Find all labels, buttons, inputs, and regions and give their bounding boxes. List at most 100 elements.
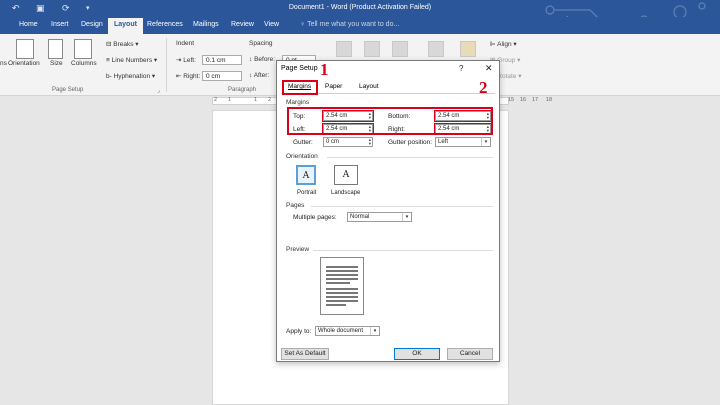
ruler-mark: 2 — [268, 97, 272, 103]
preview-line — [326, 296, 358, 298]
preview-line — [326, 304, 346, 306]
field-highlight — [434, 123, 492, 135]
spacing-after-label: ↕ After: — [249, 72, 270, 79]
chevron-down-icon: ▾ — [481, 138, 490, 146]
preview-line — [326, 288, 358, 290]
chevron-down-icon: ▾ — [402, 213, 411, 221]
annotation-number-1: 1 — [320, 60, 329, 79]
field-highlight — [322, 123, 374, 135]
indent-left-input[interactable]: 0.1 cm — [202, 55, 242, 65]
page-setup-dialog: Page Setup ? ✕ Margins Paper Layout Marg… — [276, 60, 500, 362]
tab-references[interactable]: References — [147, 21, 183, 28]
tab-layout-dialog[interactable]: Layout — [359, 83, 379, 90]
multiple-pages-select[interactable]: Normal ▾ — [347, 212, 412, 222]
line-numbers-button[interactable]: ≡ Line Numbers ▾ — [106, 56, 157, 64]
page-setup-launcher-icon[interactable]: ⌟ — [157, 87, 160, 94]
landscape-label: Landscape — [331, 190, 361, 196]
indent-right-label: ⇤ Right: — [176, 73, 201, 80]
indent-right-input[interactable]: 0 cm — [202, 71, 242, 81]
preview-line — [326, 278, 358, 280]
spacing-label: Spacing — [249, 40, 273, 47]
tab-review[interactable]: Review — [231, 21, 254, 28]
preview-line — [326, 300, 358, 302]
spacing-before-label: ↕ Before: — [249, 56, 276, 63]
margins-button-fragment[interactable]: ns — [0, 60, 7, 67]
selection-pane-icon — [460, 41, 476, 57]
ruler-mark: 16 — [520, 97, 527, 103]
wrap-text-icon — [364, 41, 380, 57]
close-icon[interactable]: ✕ — [485, 63, 493, 74]
apply-to-label: Apply to: — [286, 328, 312, 335]
preview-section-label: Preview — [286, 246, 310, 253]
set-as-default-button[interactable]: Set As Default — [281, 348, 329, 360]
size-button[interactable]: Size — [50, 60, 63, 67]
pages-section-label: Pages — [286, 202, 305, 209]
tab-home[interactable]: Home — [19, 21, 38, 28]
breaks-button[interactable]: ⊟ Breaks ▾ — [106, 40, 139, 48]
orientation-section-label: Orientation — [286, 153, 318, 160]
ruler-mark: 2 — [214, 97, 218, 103]
gutter-input[interactable]: 0 cm ▴ ▾ — [323, 137, 373, 147]
portrait-icon: A — [302, 171, 310, 181]
ribbon-tabs: Home Insert Design Layout References Mai… — [0, 17, 720, 34]
indent-label: Indent — [176, 40, 195, 47]
page-preview — [320, 257, 364, 315]
indent-left-label: ⇥ Left: — [176, 57, 196, 64]
section-divider — [311, 206, 493, 207]
preview-line — [326, 292, 358, 294]
size-icon[interactable] — [48, 39, 63, 59]
ruler-mark: 1 — [254, 97, 258, 103]
help-icon[interactable]: ? — [459, 64, 463, 73]
multiple-pages-label: Multiple pages: — [293, 214, 337, 221]
portrait-option[interactable]: A — [296, 165, 316, 185]
section-divider — [313, 250, 493, 251]
tab-paper[interactable]: Paper — [325, 83, 342, 90]
tab-mailings[interactable]: Mailings — [193, 21, 219, 28]
tab-view[interactable]: View — [264, 21, 279, 28]
bring-forward-icon — [392, 41, 408, 57]
chevron-down-icon: ▾ — [370, 327, 379, 335]
title-bar: ↶ ▣ ⟳ ▾ Document1 - Word (Product Activa… — [0, 0, 720, 31]
apply-to-select[interactable]: Whole document ▾ — [315, 326, 380, 336]
section-divider — [327, 157, 493, 158]
portrait-label: Portrait — [297, 190, 317, 196]
hyphenation-icon: b- — [106, 73, 114, 80]
tell-me-search[interactable]: ♀ Tell me what you want to do... — [300, 21, 399, 28]
ruler-mark: 15 — [508, 97, 515, 103]
landscape-icon: A — [342, 170, 350, 180]
orientation-icon[interactable] — [16, 39, 34, 59]
page-setup-group-label: Page Setup — [52, 87, 84, 93]
hyphenation-button[interactable]: b- Hyphenation ▾ — [106, 72, 155, 80]
margins-tab-highlight — [282, 80, 318, 95]
field-highlight — [434, 110, 492, 122]
field-highlight — [322, 110, 374, 122]
preview-line — [326, 270, 358, 272]
cancel-button[interactable]: Cancel — [447, 348, 493, 360]
preview-line — [326, 266, 358, 268]
tab-insert[interactable]: Insert — [51, 21, 69, 28]
ruler-mark: 18 — [546, 97, 553, 103]
preview-line — [326, 282, 350, 284]
columns-button[interactable]: Columns — [71, 60, 97, 67]
ruler-mark: 17 — [532, 97, 539, 103]
send-backward-icon — [428, 41, 444, 57]
orientation-button[interactable]: Orientation — [8, 60, 40, 67]
gutter-position-label: Gutter position: — [388, 139, 433, 146]
align-button[interactable]: ⊫ Align ▾ — [490, 40, 517, 48]
ok-button[interactable]: OK — [394, 348, 440, 360]
spinner-icon[interactable]: ▴ ▾ — [369, 137, 371, 146]
landscape-option[interactable]: A — [334, 165, 358, 185]
ruler-mark: 1 — [228, 97, 232, 103]
gutter-position-select[interactable]: Left ▾ — [435, 137, 491, 147]
position-icon — [336, 41, 352, 57]
dialog-title: Page Setup — [281, 65, 318, 72]
preview-line — [326, 274, 358, 276]
tab-layout[interactable]: Layout — [108, 18, 143, 34]
gutter-label: Gutter: — [293, 139, 313, 146]
group-divider — [166, 38, 167, 92]
columns-icon[interactable] — [74, 39, 92, 59]
annotation-number-2: 2 — [479, 78, 488, 97]
tab-design[interactable]: Design — [81, 21, 103, 28]
margins-section-label: Margins — [286, 99, 310, 106]
paragraph-group-label: Paragraph — [228, 87, 257, 93]
